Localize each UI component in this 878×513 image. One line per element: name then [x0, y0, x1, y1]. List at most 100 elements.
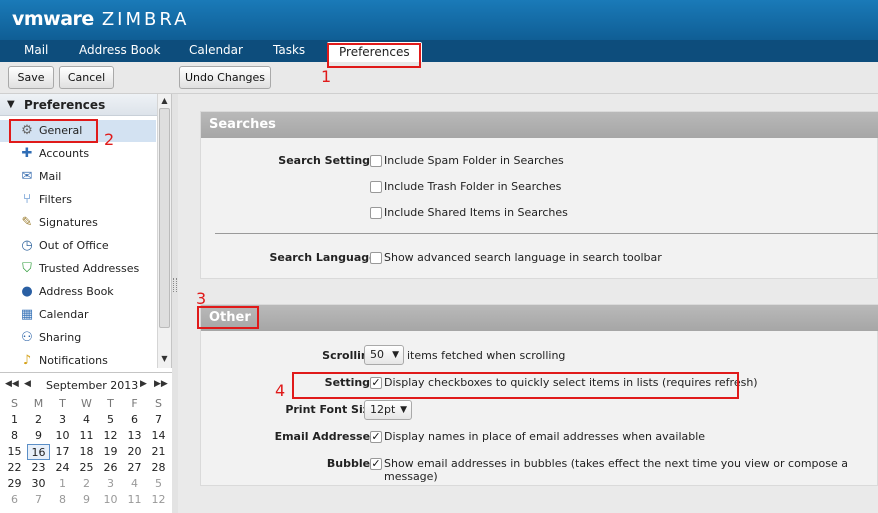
tree-item-accounts[interactable]: ✚ Accounts — [0, 143, 156, 165]
calendar-day[interactable]: 29 — [3, 476, 26, 492]
search-settings-label: Search Settings: — [278, 154, 381, 167]
calendar-day[interactable]: 26 — [99, 460, 122, 476]
calendar-day[interactable]: 27 — [123, 460, 146, 476]
scrolling-select[interactable]: 50 ▼ — [364, 345, 404, 365]
include-trash-checkbox[interactable] — [370, 181, 382, 193]
display-names-label[interactable]: Display names in place of email addresse… — [384, 430, 705, 443]
print-font-size-label: Print Font Size: — [285, 403, 381, 416]
calendar-day[interactable]: 3 — [51, 412, 74, 428]
email-bubbles-checkbox[interactable]: ✓ — [370, 458, 382, 470]
calendar-day[interactable]: 9 — [75, 492, 98, 508]
scrolling-select-value: 50 — [370, 348, 384, 361]
annotation-number-2: 2 — [104, 130, 115, 149]
calendar-day[interactable]: 13 — [123, 428, 146, 444]
tree-item-address-book[interactable]: ● Address Book — [0, 281, 156, 303]
calendar-day[interactable]: 17 — [51, 444, 74, 460]
cancel-button[interactable]: Cancel — [59, 66, 114, 89]
calendar-day[interactable]: 7 — [147, 412, 170, 428]
tree-item-filters[interactable]: ⑂ Filters — [0, 189, 156, 211]
save-button[interactable]: Save — [8, 66, 54, 89]
tree-item-trusted-addresses[interactable]: ⛉ Trusted Addresses — [0, 258, 156, 280]
include-shared-checkbox[interactable] — [370, 207, 382, 219]
tree-scrollbar[interactable]: ▲ ▼ — [157, 94, 171, 368]
calendar-day[interactable]: 20 — [123, 444, 146, 460]
calendar-day[interactable]: 12 — [99, 428, 122, 444]
calendar-day[interactable]: 8 — [3, 428, 26, 444]
tab-calendar[interactable]: Calendar — [189, 43, 243, 57]
calendar-dow: T — [107, 397, 114, 410]
advanced-search-language-checkbox[interactable] — [370, 252, 382, 264]
app-tab-bar: Mail Address Book Calendar Tasks Prefere… — [0, 40, 878, 62]
brand-vmware: vmware — [12, 8, 94, 30]
searches-section-title: Searches — [201, 112, 878, 138]
chevron-down-icon: ▼ — [400, 405, 407, 415]
calendar-day[interactable]: 6 — [123, 412, 146, 428]
calendar-day[interactable]: 25 — [75, 460, 98, 476]
calendar-day[interactable]: 4 — [123, 476, 146, 492]
calendar-day[interactable]: 2 — [75, 476, 98, 492]
calendar-day[interactable]: 24 — [51, 460, 74, 476]
include-spam-label[interactable]: Include Spam Folder in Searches — [384, 154, 564, 167]
annotation-box-settings — [292, 372, 739, 399]
calendar-day[interactable]: 30 — [27, 476, 50, 492]
tree-item-label: Sharing — [39, 331, 82, 344]
calendar-day[interactable]: 2 — [27, 412, 50, 428]
scroll-up-arrow-icon[interactable]: ▲ — [159, 96, 170, 108]
tree-item-calendar[interactable]: ▦ Calendar — [0, 304, 156, 326]
calendar-day[interactable]: 1 — [3, 412, 26, 428]
calendar-day[interactable]: 3 — [99, 476, 122, 492]
print-font-size-select[interactable]: 12pt ▼ — [364, 400, 412, 420]
tab-tasks[interactable]: Tasks — [273, 43, 305, 57]
calendar-day[interactable]: 18 — [75, 444, 98, 460]
calendar-day[interactable]: 14 — [147, 428, 170, 444]
calendar-day[interactable]: 16 — [27, 444, 50, 460]
calendar-day[interactable]: 19 — [99, 444, 122, 460]
include-shared-label[interactable]: Include Shared Items in Searches — [384, 206, 568, 219]
calendar-day[interactable]: 9 — [27, 428, 50, 444]
calendar-day[interactable]: 23 — [27, 460, 50, 476]
tree-item-mail[interactable]: ✉ Mail — [0, 166, 156, 188]
preferences-tree-header[interactable]: ▼ Preferences — [0, 94, 158, 116]
calendar-day[interactable]: 10 — [51, 428, 74, 444]
calendar-day[interactable]: 15 — [3, 444, 26, 460]
tree-header-label: Preferences — [24, 98, 106, 112]
calendar-day[interactable]: 22 — [3, 460, 26, 476]
include-spam-checkbox[interactable] — [370, 155, 382, 167]
tree-item-signatures[interactable]: ✎ Signatures — [0, 212, 156, 234]
tab-mail[interactable]: Mail — [24, 43, 48, 57]
email-bubbles-label[interactable]: Show email addresses in bubbles (takes e… — [384, 457, 877, 483]
prev-month-icon[interactable]: ◀ — [24, 379, 31, 389]
calendar-day[interactable]: 4 — [75, 412, 98, 428]
tree-item-label: Accounts — [39, 147, 90, 160]
collapse-arrow-icon[interactable]: ▼ — [7, 94, 15, 116]
calendar-day[interactable]: 11 — [75, 428, 98, 444]
prev-year-icon[interactable]: ◀◀ — [5, 379, 19, 389]
include-trash-label[interactable]: Include Trash Folder in Searches — [384, 180, 561, 193]
calendar-day[interactable]: 5 — [147, 476, 170, 492]
next-month-icon[interactable]: ▶ — [140, 379, 147, 389]
calendar-day[interactable]: 10 — [99, 492, 122, 508]
splitter-grip[interactable] — [173, 278, 177, 292]
calendar-day[interactable]: 7 — [27, 492, 50, 508]
calendar-day[interactable]: 21 — [147, 444, 170, 460]
undo-changes-button[interactable]: Undo Changes — [179, 66, 271, 89]
advanced-search-language-label[interactable]: Show advanced search language in search … — [384, 251, 662, 264]
vmware-zimbra-logo: vmware ZIMBRA — [12, 8, 189, 30]
tab-address-book[interactable]: Address Book — [79, 43, 160, 57]
app-header: vmware ZIMBRA — [0, 0, 878, 40]
calendar-day[interactable]: 28 — [147, 460, 170, 476]
scroll-down-arrow-icon[interactable]: ▼ — [159, 354, 170, 366]
calendar-day[interactable]: 11 — [123, 492, 146, 508]
calendar-day[interactable]: 12 — [147, 492, 170, 508]
next-year-icon[interactable]: ▶▶ — [154, 379, 168, 389]
calendar-day[interactable]: 6 — [3, 492, 26, 508]
calendar-day[interactable]: 1 — [51, 476, 74, 492]
display-names-checkbox[interactable]: ✓ — [370, 431, 382, 443]
calendar-day[interactable]: 8 — [51, 492, 74, 508]
annotation-box-preferences-tab — [327, 43, 421, 68]
tree-item-notifications[interactable]: ♪ Notifications — [0, 350, 156, 368]
calendar-day[interactable]: 5 — [99, 412, 122, 428]
scroll-thumb[interactable] — [159, 108, 170, 328]
tree-item-out-of-office[interactable]: ◷ Out of Office — [0, 235, 156, 257]
tree-item-sharing[interactable]: ⚇ Sharing — [0, 327, 156, 349]
